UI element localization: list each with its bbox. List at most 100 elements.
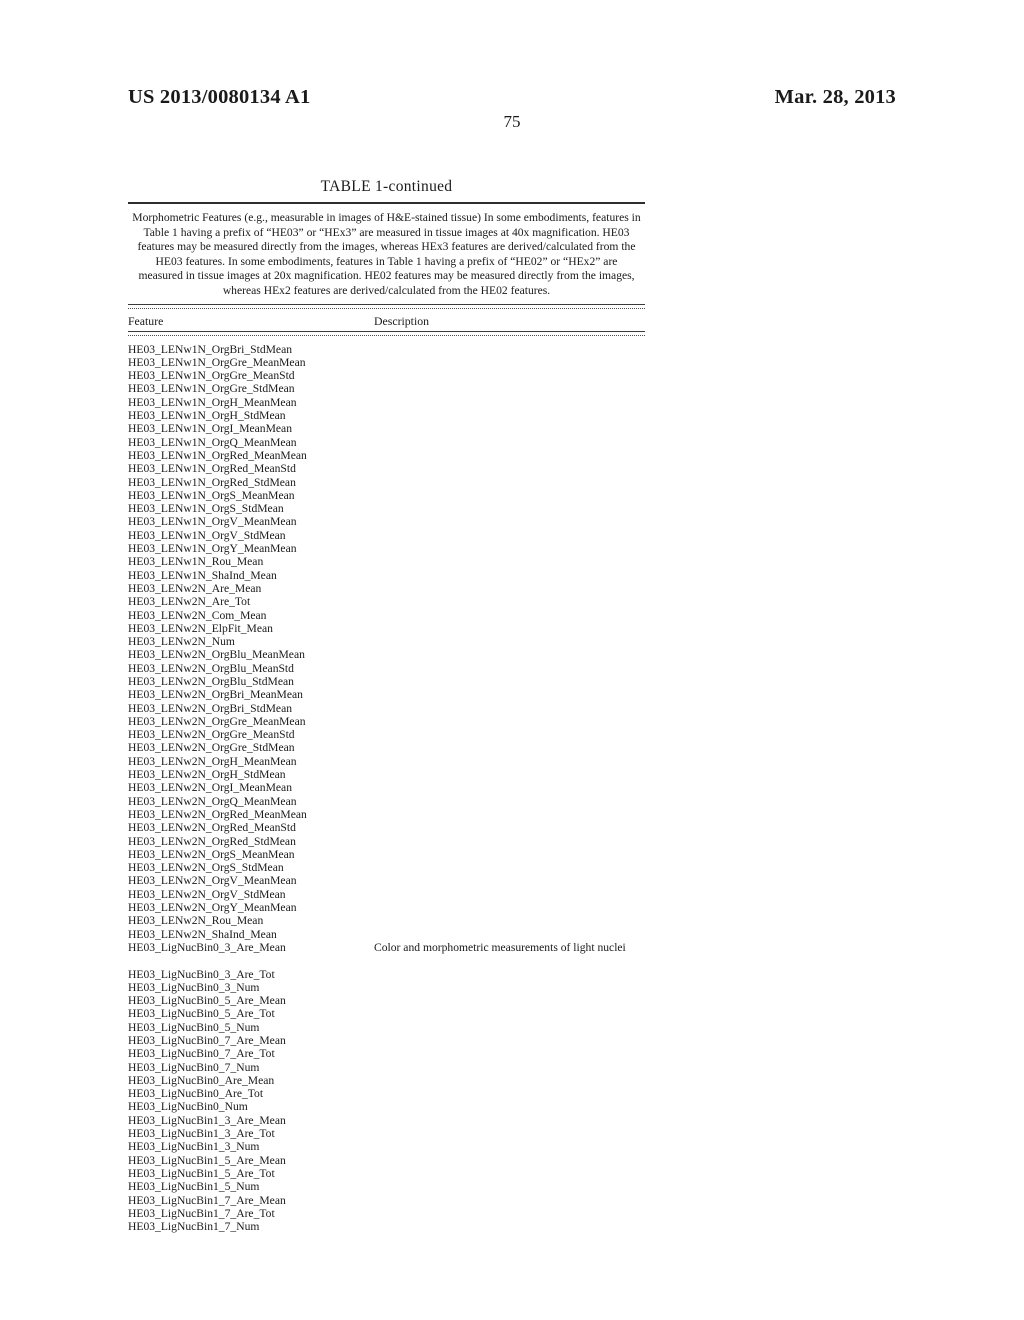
table-row: HE03_LigNucBin0_Are_Tot: [128, 1087, 645, 1100]
feature-name: HE03_LENw1N_OrgY_MeanMean: [128, 542, 297, 556]
table-row: HE03_LigNucBin1_3_Are_Mean: [128, 1114, 645, 1127]
feature-name: HE03_LENw2N_OrgI_MeanMean: [128, 781, 292, 795]
table-row: HE03_LENw1N_OrgRed_MeanMean: [128, 449, 645, 462]
table-row: HE03_LigNucBin1_7_Are_Mean: [128, 1194, 645, 1207]
feature-name: HE03_LENw2N_OrgGre_StdMean: [128, 741, 295, 755]
table-row: HE03_LENw1N_OrgS_StdMean: [128, 502, 645, 515]
table-row-spacer: [128, 954, 645, 967]
table-row: HE03_LENw1N_OrgGre_MeanStd: [128, 369, 645, 382]
feature-name: HE03_LigNucBin0_Num: [128, 1100, 248, 1114]
feature-name: HE03_LigNucBin0_Are_Mean: [128, 1073, 275, 1087]
table-column-headers: Feature Description: [128, 309, 645, 331]
table-row: HE03_LENw2N_Num: [128, 635, 645, 648]
publication-number: US 2013/0080134 A1: [128, 86, 311, 108]
feature-name: HE03_LENw1N_OrgRed_MeanStd: [128, 462, 296, 476]
feature-name: HE03_LENw1N_OrgV_MeanMean: [128, 515, 297, 529]
table-row: HE03_LENw2N_Are_Mean: [128, 582, 645, 595]
table-row: HE03_LigNucBin0_7_Are_Mean: [128, 1034, 645, 1047]
table-body: HE03_LENw1N_OrgBri_StdMean HE03_LENw1N_Or…: [128, 336, 645, 1234]
feature-name: HE03_LENw2N_Num: [128, 635, 235, 649]
feature-name: HE03_LigNucBin1_5_Num: [128, 1180, 260, 1194]
table-row: HE03_LigNucBin1_7_Are_Tot: [128, 1207, 645, 1220]
feature-name: HE03_LENw1N_OrgGre_MeanMean: [128, 355, 306, 369]
feature-name: HE03_LENw1N_Rou_Mean: [128, 555, 264, 569]
feature-name: HE03_LENw2N_Are_Tot: [128, 595, 251, 609]
table-row: HE03_LENw1N_OrgH_StdMean: [128, 409, 645, 422]
table-row: HE03_LENw2N_OrgV_StdMean: [128, 888, 645, 901]
table-row: HE03_LENw1N_OrgBri_StdMean: [128, 343, 645, 356]
feature-name: HE03_LENw2N_OrgV_StdMean: [128, 887, 286, 901]
table-row: HE03_LENw2N_OrgRed_MeanStd: [128, 821, 645, 834]
table-row: HE03_LENw2N_OrgI_MeanMean: [128, 781, 645, 794]
feature-name: HE03_LigNucBin0_3_Num: [128, 980, 260, 994]
feature-name: HE03_LENw2N_OrgH_MeanMean: [128, 754, 297, 768]
feature-name: HE03_LENw1N_OrgI_MeanMean: [128, 422, 292, 436]
table-row: HE03_LENw2N_OrgBlu_MeanMean: [128, 648, 645, 661]
feature-name: HE03_LigNucBin0_7_Num: [128, 1060, 260, 1074]
feature-name: HE03_LENw2N_OrgBlu_MeanMean: [128, 648, 305, 662]
feature-name: HE03_LigNucBin0_3_Are_Tot: [128, 967, 275, 981]
feature-name: HE03_LigNucBin0_3_Are_Mean: [128, 940, 286, 954]
feature-name: HE03_LigNucBin1_7_Num: [128, 1220, 260, 1234]
table-row: HE03_LENw1N_OrgY_MeanMean: [128, 542, 645, 555]
table-title: TABLE 1-continued: [320, 178, 453, 195]
feature-name: HE03_LENw2N_OrgBri_MeanMean: [128, 688, 303, 702]
feature-name: HE03_LigNucBin0_5_Are_Mean: [128, 994, 286, 1008]
table-row: HE03_LigNucBin0_7_Num: [128, 1061, 645, 1074]
feature-name: HE03_LigNucBin0_Are_Tot: [128, 1087, 264, 1101]
table-row: HE03_LENw1N_OrgI_MeanMean: [128, 422, 645, 435]
table-row: HE03_LENw1N_OrgRed_MeanStd: [128, 462, 645, 475]
table-row: HE03_LigNucBin0_5_Are_Tot: [128, 1007, 645, 1020]
feature-name: HE03_LENw2N_Com_Mean: [128, 608, 267, 622]
table-row: HE03_LENw2N_OrgRed_StdMean: [128, 835, 645, 848]
feature-name: HE03_LENw2N_OrgRed_StdMean: [128, 834, 296, 848]
table-row: HE03_LENw1N_OrgRed_StdMean: [128, 476, 645, 489]
feature-name: HE03_LENw1N_OrgGre_MeanStd: [128, 369, 295, 383]
feature-name: HE03_LENw2N_OrgGre_MeanMean: [128, 714, 306, 728]
table-row: HE03_LigNucBin1_5_Are_Tot: [128, 1167, 645, 1180]
table-row: HE03_LigNucBin1_7_Num: [128, 1220, 645, 1233]
table-row: HE03_LENw2N_ElpFit_Mean: [128, 622, 645, 635]
table-1-continued: TABLE 1-continued Morphometric Features …: [128, 178, 645, 1233]
feature-name: HE03_LENw2N_OrgGre_MeanStd: [128, 728, 295, 742]
feature-name: HE03_LENw1N_OrgBri_StdMean: [128, 342, 293, 356]
feature-name: HE03_LigNucBin1_3_Num: [128, 1140, 260, 1154]
feature-name: HE03_LENw2N_OrgBlu_MeanStd: [128, 661, 294, 675]
feature-name: HE03_LENw2N_OrgV_MeanMean: [128, 874, 297, 888]
table-row: HE03_LENw2N_OrgGre_MeanStd: [128, 728, 645, 741]
table-row: HE03_LENw1N_OrgQ_MeanMean: [128, 436, 645, 449]
feature-name: HE03_LENw2N_OrgS_MeanMean: [128, 847, 295, 861]
feature-name: HE03_LENw1N_OrgRed_MeanMean: [128, 448, 307, 462]
column-header-feature: Feature: [128, 313, 164, 328]
table-row: HE03_LigNucBin0_3_Are_Mean Color and morp…: [128, 941, 645, 954]
table-row: HE03_LENw2N_OrgBri_StdMean: [128, 702, 645, 715]
feature-name: HE03_LigNucBin0_5_Are_Tot: [128, 1007, 275, 1021]
table-row: HE03_LENw1N_OrgH_MeanMean: [128, 396, 645, 409]
feature-name: HE03_LigNucBin1_7_Are_Mean: [128, 1193, 286, 1207]
table-caption: Morphometric Features (e.g., measurable …: [132, 211, 641, 297]
feature-name: HE03_LigNucBin1_5_Are_Mean: [128, 1153, 286, 1167]
table-row: HE03_LigNucBin0_3_Are_Tot: [128, 968, 645, 981]
feature-name: HE03_LigNucBin0_7_Are_Tot: [128, 1047, 275, 1061]
feature-name: HE03_LENw1N_OrgRed_StdMean: [128, 475, 296, 489]
table-row: HE03_LigNucBin1_3_Are_Tot: [128, 1127, 645, 1140]
feature-name: HE03_LigNucBin1_7_Are_Tot: [128, 1206, 275, 1220]
feature-name: HE03_LigNucBin0_5_Num: [128, 1020, 260, 1034]
feature-name: HE03_LENw1N_OrgV_StdMean: [128, 528, 286, 542]
table-row: HE03_LigNucBin0_Num: [128, 1100, 645, 1113]
page-number: 75: [503, 112, 521, 131]
feature-name: HE03_LENw2N_OrgBlu_StdMean: [128, 674, 294, 688]
table-row: HE03_LigNucBin1_5_Num: [128, 1180, 645, 1193]
table-row: HE03_LigNucBin1_3_Num: [128, 1140, 645, 1153]
feature-name: HE03_LENw1N_OrgQ_MeanMean: [128, 435, 297, 449]
feature-name: HE03_LENw2N_OrgRed_MeanStd: [128, 821, 296, 835]
running-head: US 2013/0080134 A1 Mar. 28, 2013: [0, 86, 1024, 112]
table-row: HE03_LENw1N_OrgGre_MeanMean: [128, 356, 645, 369]
feature-name: HE03_LENw2N_OrgH_StdMean: [128, 768, 286, 782]
feature-name: HE03_LENw2N_OrgQ_MeanMean: [128, 794, 297, 808]
table-row: HE03_LENw1N_ShaInd_Mean: [128, 569, 645, 582]
publication-date: Mar. 28, 2013: [774, 86, 896, 108]
table-row: HE03_LENw2N_OrgBri_MeanMean: [128, 688, 645, 701]
feature-name: HE03_LENw2N_ElpFit_Mean: [128, 621, 273, 635]
table-row: HE03_LigNucBin0_7_Are_Tot: [128, 1047, 645, 1060]
